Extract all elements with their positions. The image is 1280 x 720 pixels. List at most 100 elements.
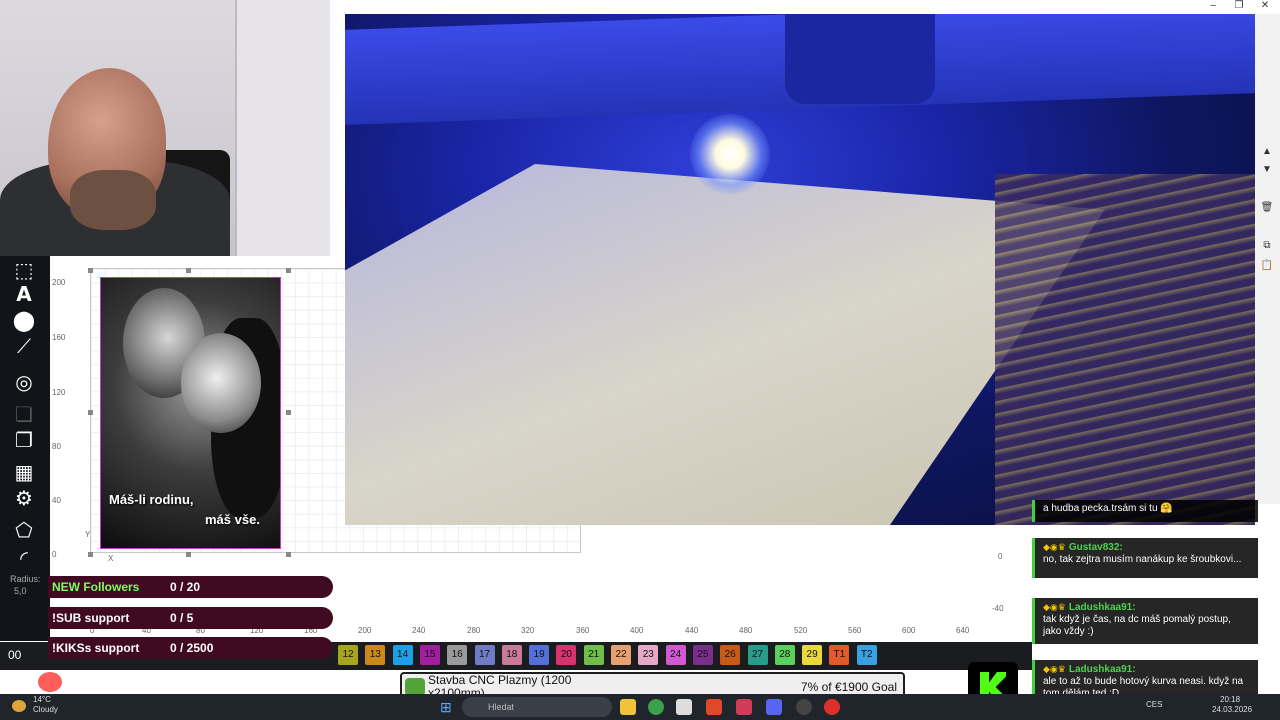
y-tick: 40 <box>52 496 61 505</box>
honeycomb-bed <box>995 174 1255 525</box>
y-tick-zero: 0 <box>998 552 1003 561</box>
delete-icon[interactable]: 🗑 <box>1258 200 1276 216</box>
layer-swatch-16[interactable]: 16 <box>447 645 468 665</box>
layer-swatch-22[interactable]: 22 <box>611 645 631 665</box>
x-tick: 480 <box>739 626 753 635</box>
layer-swatch-19[interactable]: 19 <box>529 645 550 665</box>
file-explorer-icon[interactable] <box>620 699 636 715</box>
layer-swatch-13[interactable]: 13 <box>365 645 386 665</box>
layer-swatch-24[interactable]: 24 <box>665 645 686 665</box>
search-input[interactable]: Hledat <box>462 697 612 717</box>
windows-taskbar: 14°C Cloudy ⊞ Hledat CES 20:18 24.03.202… <box>0 694 1280 720</box>
layer-swatch-21[interactable]: 21 <box>583 645 604 665</box>
selection-handle[interactable] <box>88 268 93 273</box>
layer-swatch-20[interactable]: 20 <box>556 645 577 665</box>
paste-icon[interactable]: 📋 <box>1258 258 1276 274</box>
weather-desc[interactable]: Cloudy <box>33 705 58 714</box>
x-tick: 560 <box>848 626 862 635</box>
layer-swatch-28[interactable]: 28 <box>774 645 795 665</box>
layer-swatch-15[interactable]: 15 <box>419 645 440 665</box>
boolean-tool-icon[interactable]: ❐ <box>12 428 36 452</box>
radius-value[interactable]: 5,0 <box>14 586 27 596</box>
close-button[interactable]: ✕ <box>1252 0 1278 11</box>
layer-swatch-t2[interactable]: T2 <box>856 645 877 665</box>
mail-icon[interactable] <box>676 699 692 715</box>
grid-array-icon[interactable]: ▦ <box>12 460 36 484</box>
laser-flare <box>690 114 770 194</box>
clock-time[interactable]: 20:18 <box>1220 695 1240 704</box>
goal-value: 0 / 2500 <box>170 641 214 655</box>
weather-temp[interactable]: 14°C <box>33 695 51 704</box>
selection-handle[interactable] <box>88 552 93 557</box>
selection-handle[interactable] <box>186 552 191 557</box>
x-axis-label: X <box>108 554 114 563</box>
copy-icon[interactable]: ⧉ <box>1258 238 1276 254</box>
x-tick: 200 <box>358 626 372 635</box>
goal-label: NEW Followers <box>52 580 140 594</box>
offset-tool-icon[interactable]: ◎ <box>12 370 36 394</box>
start-icon[interactable]: ⊞ <box>440 699 456 715</box>
position-pin-icon[interactable]: ⬤ <box>12 308 36 332</box>
corner-radius-icon[interactable]: ◜ <box>12 546 36 570</box>
badge-icons: ◆◉♛ <box>1043 602 1066 612</box>
laser-camera-feed <box>345 14 1255 525</box>
goal-sub: !SUB support 0 / 5 <box>48 607 333 629</box>
laser-head <box>785 14 935 104</box>
chat-username: Ladushkaa91: <box>1068 602 1136 613</box>
layer-swatch-29[interactable]: 29 <box>802 645 823 665</box>
x-tick: 640 <box>956 626 970 635</box>
x-tick: 400 <box>630 626 644 635</box>
chrome-icon[interactable] <box>648 699 664 715</box>
clock-date[interactable]: 24.03.2026 <box>1212 705 1252 714</box>
layer-swatch-27[interactable]: 27 <box>747 645 768 665</box>
chat-text: tak když je čas, na dc máš pomalý postup… <box>1043 614 1231 637</box>
text-tool-icon[interactable]: A <box>12 282 36 306</box>
goal-value: 0 / 5 <box>170 611 194 625</box>
weld-tool-icon[interactable]: ❏ <box>12 402 36 426</box>
layer-swatch-17[interactable]: 17 <box>474 645 495 665</box>
settings-gear-icon[interactable]: ⚙ <box>12 486 36 510</box>
layer-swatch-14[interactable]: 14 <box>392 645 413 665</box>
layer-left-label: 00 <box>8 648 22 662</box>
node-edit-icon[interactable]: ⬠ <box>12 518 36 542</box>
brave-icon[interactable] <box>706 699 722 715</box>
discord-icon[interactable] <box>766 699 782 715</box>
selection-handle[interactable] <box>286 410 291 415</box>
x-tick: 520 <box>794 626 808 635</box>
webcam-background-door <box>235 0 330 256</box>
selection-handle[interactable] <box>286 552 291 557</box>
selection-handle[interactable] <box>88 410 93 415</box>
kofi-cup-icon <box>36 670 64 694</box>
x-tick: 280 <box>467 626 481 635</box>
chat-username: Ladushkaa91: <box>1068 664 1136 675</box>
measure-tool-icon[interactable]: ⟋ <box>12 334 36 358</box>
engraving-image[interactable]: Máš-li rodinu, máš vše. <box>100 277 281 549</box>
layer-swatch-t1[interactable]: T1 <box>829 645 850 665</box>
kofi-banner[interactable]: Support me at Ko-fi.com/vtmod <box>36 670 358 694</box>
minimize-button[interactable]: – <box>1200 0 1226 11</box>
move-down-icon[interactable]: ▼ <box>1258 162 1276 178</box>
y-tick: 80 <box>52 442 61 451</box>
chat-message: ◆◉♛ Gustav832: no, tak zejtra musím nanák… <box>1032 538 1258 578</box>
selection-handle[interactable] <box>286 268 291 273</box>
app-icon[interactable] <box>736 699 752 715</box>
layer-swatch-23[interactable]: 23 <box>638 645 659 665</box>
obs-icon[interactable] <box>796 699 812 715</box>
weather-icon <box>12 700 26 712</box>
y-tick-neg: -40 <box>992 604 1004 613</box>
lightburn-icon[interactable] <box>824 699 840 715</box>
rectangle-tool-icon[interactable]: ⬚ <box>12 258 36 282</box>
chat-text: no, tak zejtra musím nanákup ke šroubkov… <box>1043 554 1242 565</box>
language-indicator[interactable]: CES <box>1146 700 1162 709</box>
layer-swatch-25[interactable]: 25 <box>692 645 713 665</box>
maximize-button[interactable]: ❐ <box>1226 0 1252 11</box>
layer-swatch-26[interactable]: 26 <box>720 645 741 665</box>
chat-username: Gustav832: <box>1068 542 1123 553</box>
badge-icons: ◆◉♛ <box>1043 664 1066 674</box>
x-tick: 320 <box>521 626 535 635</box>
layer-swatch-18[interactable]: 18 <box>501 645 522 665</box>
selection-handle[interactable] <box>186 268 191 273</box>
move-up-icon[interactable]: ▲ <box>1258 144 1276 160</box>
image-caption-line2: máš vše. <box>205 512 260 527</box>
layer-swatch-12[interactable]: 12 <box>338 645 358 665</box>
